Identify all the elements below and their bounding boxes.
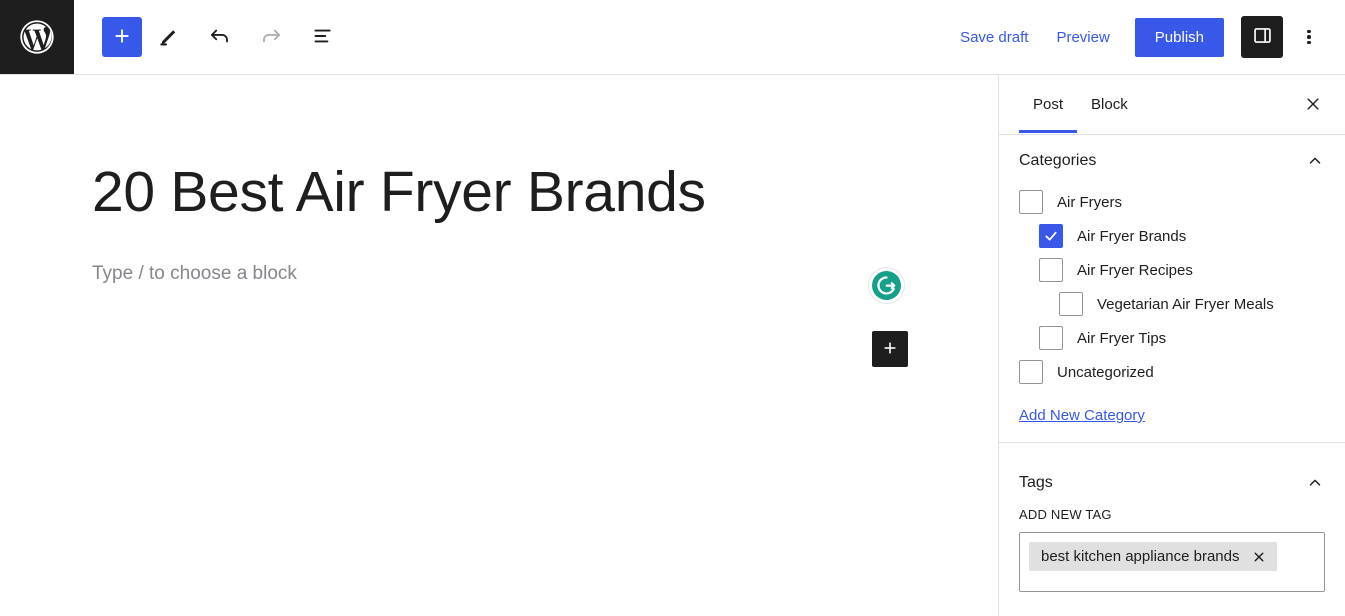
category-row-vegetarian-air-fryer-meals[interactable]: Vegetarian Air Fryer Meals [1019,287,1325,321]
block-placeholder-text[interactable]: Type / to choose a block [92,263,297,285]
categories-panel-header[interactable]: Categories [999,135,1345,185]
category-label: Air Fryers [1057,193,1122,211]
preview-button[interactable]: Preview [1042,21,1123,54]
save-draft-button[interactable]: Save draft [946,21,1042,54]
post-title-field[interactable]: 20 Best Air Fryer Brands [92,161,706,224]
category-label: Uncategorized [1057,363,1154,381]
wordpress-block-editor: Save draft Preview Publish 20 Best Air F… [0,0,1345,616]
redo-arrow-icon [258,23,284,52]
chevron-up-icon[interactable] [1305,151,1325,171]
more-options-button[interactable] [1287,15,1331,59]
add-new-tag-label: ADD NEW TAG [1019,507,1112,522]
tags-panel-title: Tags [1019,474,1053,491]
category-label: Air Fryer Tips [1077,329,1167,347]
grammarly-logo-icon[interactable] [868,267,905,304]
category-label: Air Fryer Recipes [1077,261,1193,279]
toolbar-tools-group [102,13,346,61]
inline-block-inserter-button[interactable] [872,331,908,367]
tags-panel: Tags ADD NEW TAG best kitchen appliance … [999,443,1345,606]
checkbox-unchecked-icon[interactable] [1039,326,1063,350]
settings-sidebar: Post Block Categories Air Fryers Air Fry… [998,75,1345,616]
document-overview-icon [309,23,335,52]
category-row-air-fryer-tips[interactable]: Air Fryer Tips [1019,321,1325,355]
wordpress-logo-button[interactable] [0,0,74,74]
checkbox-unchecked-icon[interactable] [1039,258,1063,282]
settings-sidebar-toggle-button[interactable] [1241,16,1283,58]
checkbox-unchecked-icon[interactable] [1019,190,1043,214]
plus-icon [880,338,900,361]
category-label: Vegetarian Air Fryer Meals [1097,295,1274,313]
category-row-air-fryer-recipes[interactable]: Air Fryer Recipes [1019,253,1325,287]
tags-panel-header[interactable]: Tags [999,443,1345,507]
tags-body: ADD NEW TAG best kitchen appliance brand… [999,507,1345,606]
tab-block[interactable]: Block [1077,77,1142,132]
category-label: Air Fryer Brands [1077,227,1187,245]
edit-tool-button[interactable] [145,13,193,61]
category-row-air-fryers[interactable]: Air Fryers [1019,185,1325,219]
checkbox-unchecked-icon[interactable] [1059,292,1083,316]
category-row-air-fryer-brands[interactable]: Air Fryer Brands [1019,219,1325,253]
remove-tag-button[interactable] [1251,549,1267,565]
settings-panel-icon [1252,25,1273,49]
checkbox-checked-icon[interactable] [1039,224,1063,248]
wordpress-logo-icon [17,17,57,57]
tab-post[interactable]: Post [1019,77,1078,133]
vertical-ellipsis-icon [1307,28,1311,46]
plus-icon [111,25,133,50]
undo-arrow-icon [207,23,233,52]
toolbar-actions-group: Save draft Preview Publish [946,15,1345,59]
close-sidebar-button[interactable] [1295,87,1331,123]
chevron-up-icon[interactable] [1305,473,1325,493]
publish-button[interactable]: Publish [1134,17,1224,57]
close-icon [1304,95,1322,116]
checkbox-unchecked-icon[interactable] [1019,360,1043,384]
categories-checklist: Air Fryers Air Fryer Brands Air Fryer Re… [999,185,1345,393]
add-new-category-link[interactable]: Add New Category [1019,407,1145,424]
editor-canvas: 20 Best Air Fryer Brands Type / to choos… [0,75,999,616]
add-block-button[interactable] [102,17,142,57]
tag-chip: best kitchen appliance brands [1029,542,1278,571]
categories-panel-title: Categories [1019,152,1097,169]
list-view-button[interactable] [298,13,346,61]
sidebar-tabs: Post Block [999,75,1345,135]
redo-button[interactable] [247,13,295,61]
undo-button[interactable] [196,13,244,61]
tag-chip-label: best kitchen appliance brands [1041,548,1240,565]
categories-panel: Categories Air Fryers Air Fryer Brands A… [999,135,1345,443]
editor-toolbar: Save draft Preview Publish [0,0,1345,75]
tags-input[interactable]: best kitchen appliance brands [1019,532,1325,592]
pencil-icon [157,23,182,51]
category-row-uncategorized[interactable]: Uncategorized [1019,355,1325,389]
